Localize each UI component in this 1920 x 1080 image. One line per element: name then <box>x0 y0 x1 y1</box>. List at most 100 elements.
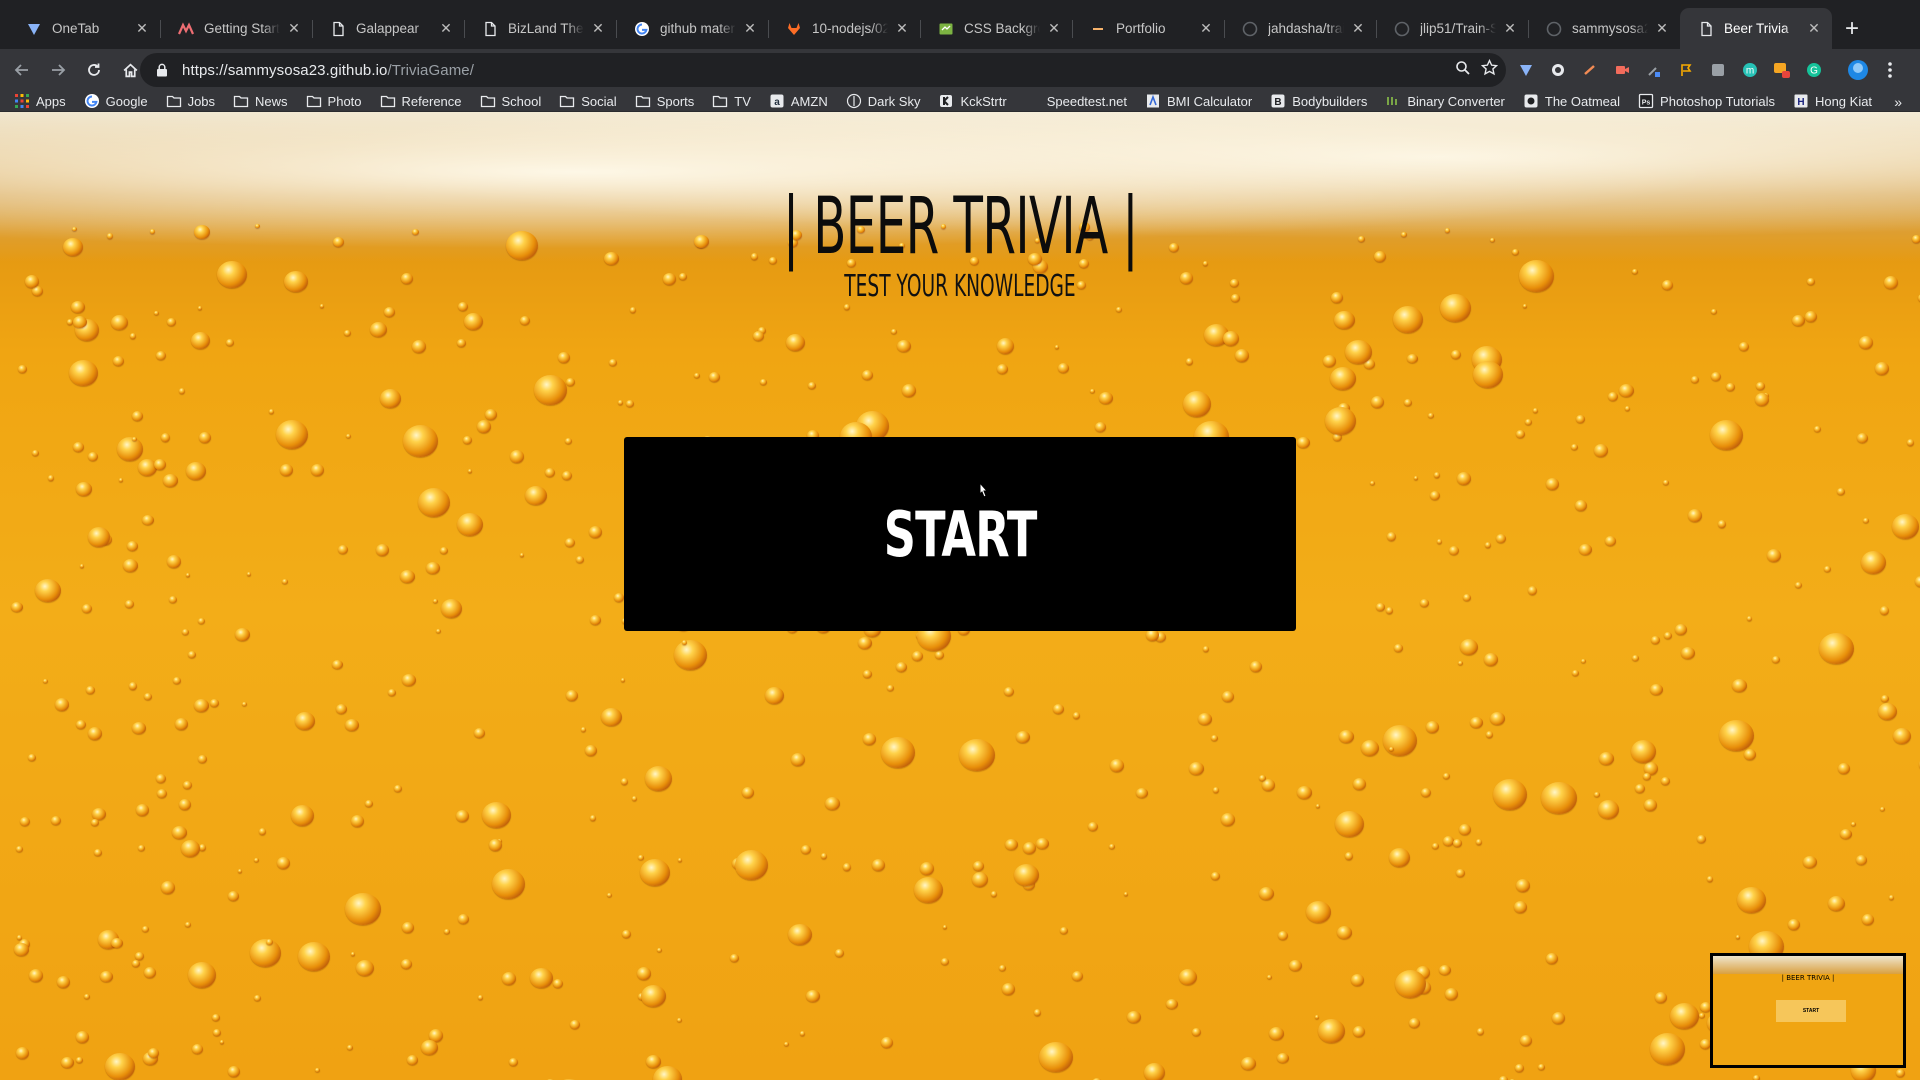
bubble <box>167 555 181 568</box>
tab[interactable]: github materialize ✕ <box>616 8 768 49</box>
bubble <box>1496 534 1506 543</box>
tab[interactable]: CSS Background ✕ <box>920 8 1072 49</box>
extension-badge-icon[interactable] <box>1770 58 1794 82</box>
close-icon[interactable]: ✕ <box>590 20 606 37</box>
bubble <box>238 869 242 873</box>
bookmark-item[interactable]: Dark Sky <box>846 91 920 112</box>
bubble <box>1664 632 1672 639</box>
extension-circle-icon[interactable] <box>1546 58 1570 82</box>
svg-text:a: a <box>774 97 780 108</box>
screenshot-thumbnail[interactable]: | BEER TRIVIA | START <box>1710 953 1906 1068</box>
close-icon[interactable]: ✕ <box>134 20 150 37</box>
bookmark-item[interactable]: News <box>233 91 288 112</box>
forward-button[interactable] <box>42 54 74 86</box>
bubble <box>1651 636 1660 644</box>
bookmark-label: Jobs <box>187 93 216 109</box>
bubble <box>1484 653 1498 666</box>
bookmark-item[interactable]: BMI Calculator <box>1145 91 1252 112</box>
tab[interactable]: jahdasha/train- ✕ <box>1224 8 1376 49</box>
bubble <box>897 340 911 352</box>
tab[interactable]: sammysosa23/ ✕ <box>1528 8 1680 49</box>
back-button[interactable] <box>6 54 38 86</box>
extension-gray-icon[interactable] <box>1706 58 1730 82</box>
bookmark-item[interactable]: Ps Photoshop Tutorials <box>1638 91 1775 112</box>
tab[interactable]: BizLand Theme ✕ <box>464 8 616 49</box>
bubble <box>179 799 191 810</box>
extension-m-icon[interactable]: m <box>1738 58 1762 82</box>
bookmark-item[interactable]: The Oatmeal <box>1523 91 1620 112</box>
bookmark-item[interactable]: Apps <box>14 91 66 112</box>
bubble <box>1907 439 1914 446</box>
bookmark-item[interactable]: H Hong Kiat <box>1793 91 1872 112</box>
bubble <box>370 322 387 337</box>
bookmarks-overflow-button[interactable]: » <box>1894 91 1902 112</box>
bookmark-item[interactable]: TV <box>712 91 751 112</box>
extension-grammarly-icon[interactable]: G <box>1802 58 1826 82</box>
bubble <box>457 513 483 536</box>
bubble <box>788 924 812 945</box>
profile-avatar-icon[interactable] <box>1846 58 1870 82</box>
kickstarter-icon <box>938 93 954 109</box>
close-icon[interactable]: ✕ <box>1198 20 1214 37</box>
svg-text:Ps: Ps <box>1642 100 1651 107</box>
extension-pen-icon[interactable] <box>1578 58 1602 82</box>
bubble <box>194 699 209 712</box>
close-icon[interactable]: ✕ <box>1502 20 1518 37</box>
close-icon[interactable]: ✕ <box>1654 20 1670 37</box>
bookmark-item[interactable]: B Bodybuilders <box>1270 91 1367 112</box>
bookmark-item[interactable]: Photo <box>306 91 362 112</box>
bubble <box>825 797 840 810</box>
close-icon[interactable]: ✕ <box>894 20 910 37</box>
bubble <box>136 804 149 816</box>
close-icon[interactable]: ✕ <box>286 20 302 37</box>
bookmark-item[interactable]: Social <box>559 91 617 112</box>
bookmark-item[interactable]: Jobs <box>166 91 215 112</box>
bookmark-item[interactable]: Binary Converter <box>1385 91 1505 112</box>
tab[interactable]: Getting Started ✕ <box>160 8 312 49</box>
new-tab-button[interactable]: + <box>1834 8 1870 49</box>
bubble <box>1644 799 1657 811</box>
extension-eyedropper-icon[interactable] <box>1642 58 1666 82</box>
tab[interactable]: Portfolio ✕ <box>1072 8 1224 49</box>
tab[interactable]: OneTab ✕ <box>8 8 160 49</box>
close-icon[interactable]: ✕ <box>742 20 758 37</box>
bubble <box>1090 389 1095 393</box>
extension-onetab-icon[interactable] <box>1514 58 1538 82</box>
tab[interactable]: Galappear ✕ <box>312 8 464 49</box>
tab[interactable]: jlip51/Train-Sch ✕ <box>1376 8 1528 49</box>
bubble <box>682 640 687 645</box>
address-bar[interactable]: https://sammysosa23.github.io/TriviaGame… <box>140 53 1506 87</box>
bubble <box>142 926 149 932</box>
extension-video-icon[interactable] <box>1610 58 1634 82</box>
bubble <box>1393 306 1423 333</box>
browser-menu-icon[interactable] <box>1878 58 1902 82</box>
close-icon[interactable]: ✕ <box>1806 20 1822 37</box>
bookmark-star-icon[interactable] <box>1480 58 1499 81</box>
bubble <box>902 384 916 397</box>
bookmark-item[interactable]: a AMZN <box>769 91 828 112</box>
bubble <box>436 629 441 633</box>
bubble <box>1099 392 1113 404</box>
bubble <box>198 306 202 310</box>
tab[interactable]: 10-nodejs/02-H ✕ <box>768 8 920 49</box>
bookmark-item[interactable]: School <box>480 91 541 112</box>
tab-active[interactable]: Beer Trivia ✕ <box>1680 8 1832 49</box>
bubble <box>1179 969 1197 985</box>
bookmark-item[interactable]: Google <box>84 91 148 112</box>
reload-button[interactable] <box>78 54 110 86</box>
bubble <box>111 315 128 330</box>
bubble <box>1598 800 1619 819</box>
zoom-icon[interactable] <box>1455 60 1471 81</box>
close-icon[interactable]: ✕ <box>438 20 454 37</box>
bookmark-item[interactable]: Speedtest.net <box>1025 91 1127 112</box>
bubble <box>806 990 820 1002</box>
bookmark-item[interactable]: KckStrtr <box>938 91 1007 112</box>
bookmark-item[interactable]: Sports <box>635 91 694 112</box>
close-icon[interactable]: ✕ <box>1350 20 1366 37</box>
bubble <box>1058 363 1069 373</box>
close-icon[interactable]: ✕ <box>1046 20 1062 37</box>
bubble <box>35 579 61 602</box>
start-button[interactable]: START <box>624 437 1296 631</box>
bookmark-item[interactable]: Reference <box>380 91 462 112</box>
extension-flag-icon[interactable] <box>1674 58 1698 82</box>
